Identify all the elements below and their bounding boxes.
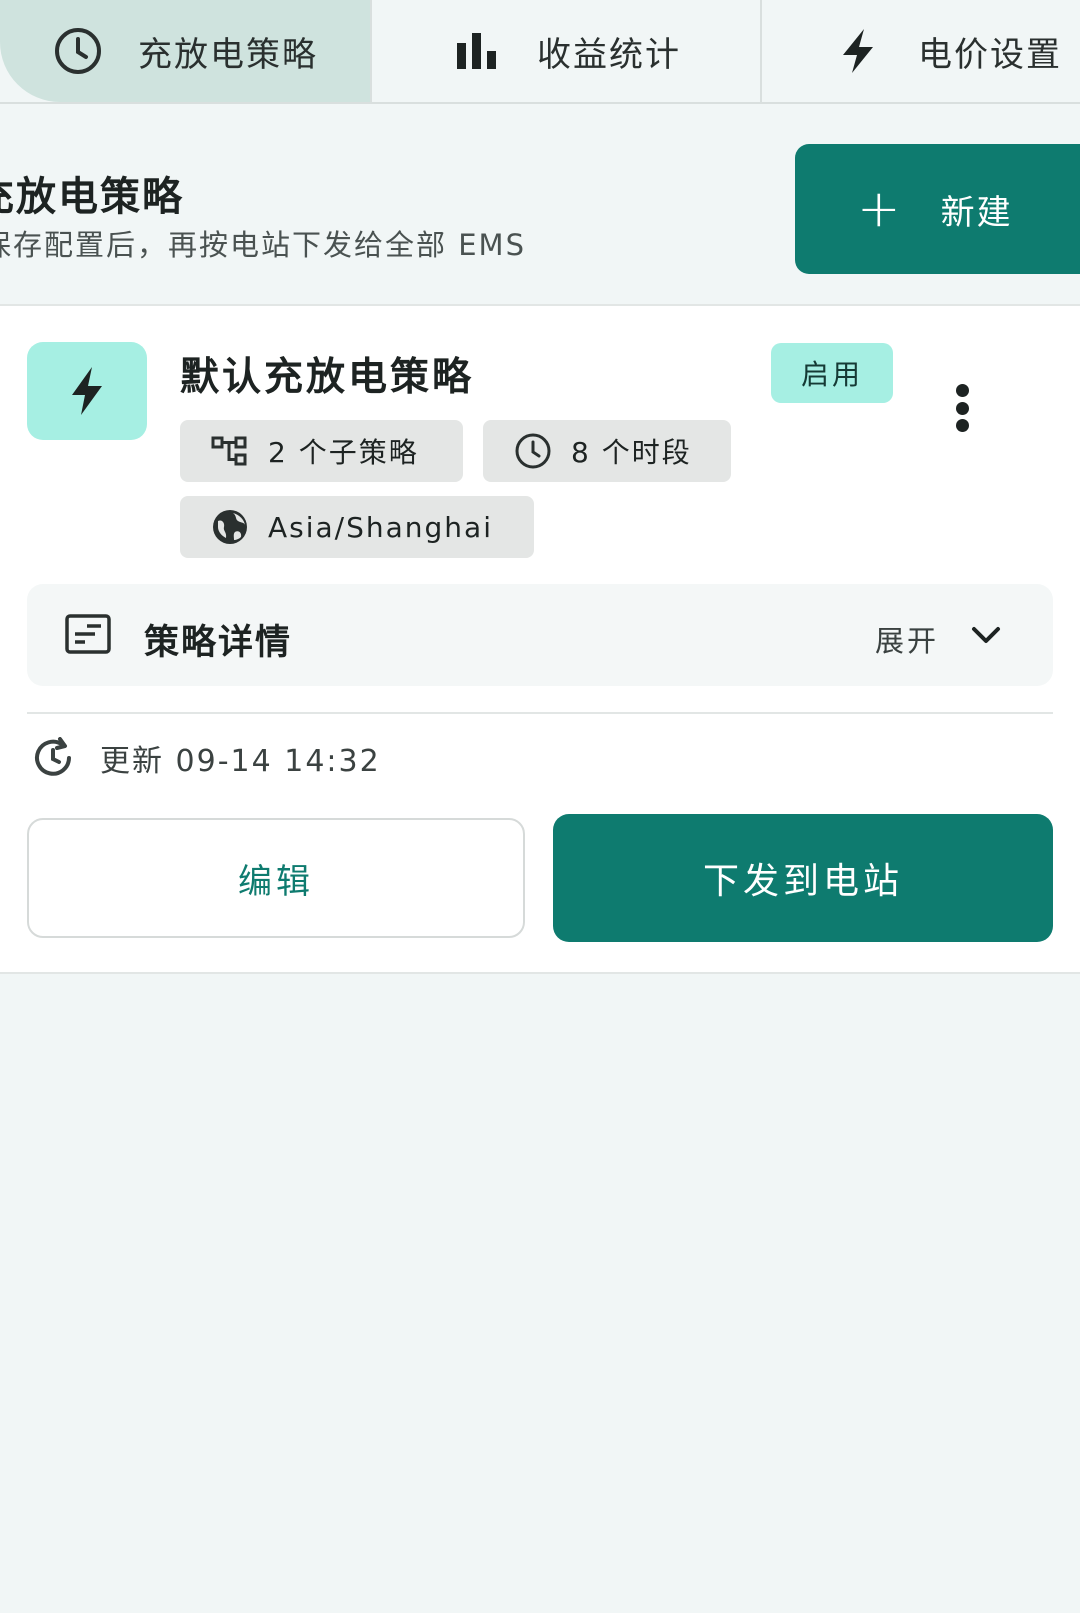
strategy-name: 默认充放电策略 xyxy=(180,355,475,400)
globe-icon xyxy=(210,507,250,547)
tab-label: 充放电策略 xyxy=(138,34,318,75)
clock-icon xyxy=(52,25,104,77)
divider xyxy=(27,712,1053,714)
expand-label: 展开 xyxy=(875,624,940,658)
tab-label: 电价设置 xyxy=(918,34,1062,75)
page-header: 充放电策略 保存配置后，再按电站下发给全部 EMS + 新建 xyxy=(0,104,1080,304)
bolt-icon xyxy=(72,367,102,415)
tab-strategy[interactable]: 充放电策略 xyxy=(0,0,372,102)
page-title: 充放电策略 xyxy=(0,174,184,220)
timezone-label: Asia/Shanghai xyxy=(268,510,493,544)
strategy-details-toggle[interactable]: 策略详情 展开 xyxy=(27,584,1053,686)
edit-button[interactable]: 编辑 xyxy=(27,818,525,938)
status-badge: 启用 xyxy=(771,343,893,403)
new-button-label: 新建 xyxy=(940,192,1013,233)
substrategy-count: 2 个子策略 xyxy=(268,436,419,469)
bar-chart-icon xyxy=(451,25,503,77)
push-to-station-button[interactable]: 下发到电站 xyxy=(553,814,1053,942)
tab-bar: 充放电策略 收益统计 电价设置 xyxy=(0,0,1080,104)
more-menu-icon[interactable] xyxy=(948,384,976,432)
strategy-card: 默认充放电策略 启用 2 个子策略 8 个时段 Asia/Shanghai 策略… xyxy=(0,304,1080,974)
period-chip: 8 个时段 xyxy=(483,420,731,482)
updated-text: 更新 09-14 14:32 xyxy=(100,744,381,779)
details-title: 策略详情 xyxy=(144,623,293,663)
plus-icon: + xyxy=(857,179,903,239)
tab-label: 收益统计 xyxy=(537,34,681,75)
timezone-chip: Asia/Shanghai xyxy=(180,496,534,558)
substrategy-chip: 2 个子策略 xyxy=(180,420,463,482)
clock-icon xyxy=(513,431,553,471)
document-icon xyxy=(65,614,111,658)
period-count: 8 个时段 xyxy=(571,436,692,469)
page-subtitle: 保存配置后，再按电站下发给全部 EMS xyxy=(0,228,526,262)
tab-price[interactable]: 电价设置 xyxy=(762,0,1080,102)
new-button[interactable]: + 新建 xyxy=(795,144,1080,274)
tab-revenue[interactable]: 收益统计 xyxy=(372,0,762,102)
hierarchy-icon xyxy=(210,431,250,471)
bolt-icon xyxy=(832,25,884,77)
chevron-down-icon xyxy=(969,618,1003,656)
updated-time: 更新 09-14 14:32 xyxy=(32,736,381,780)
refresh-clock-icon xyxy=(32,737,74,779)
strategy-avatar xyxy=(27,342,147,440)
